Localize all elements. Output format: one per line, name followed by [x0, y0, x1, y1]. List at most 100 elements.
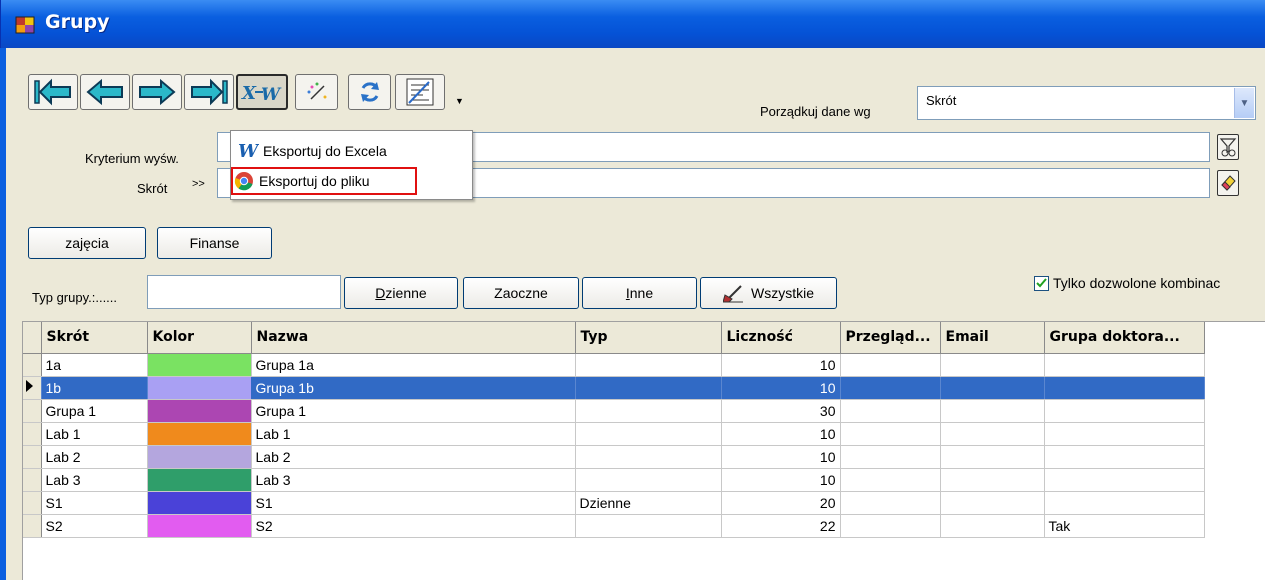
cell-doktorat[interactable] — [1044, 491, 1205, 515]
cell-typ[interactable] — [575, 445, 722, 469]
toolbar-more-caret-icon[interactable]: ▼ — [455, 96, 464, 106]
cell-przeglad[interactable] — [840, 468, 941, 492]
cell-przeglad[interactable] — [840, 353, 941, 377]
row-indicator[interactable] — [23, 445, 42, 469]
row-indicator[interactable] — [23, 491, 42, 515]
row-indicator[interactable] — [23, 422, 42, 446]
color-swatch[interactable] — [147, 445, 252, 469]
column-header-email[interactable]: Email — [940, 322, 1045, 354]
cell-nazwa[interactable]: Lab 1 — [251, 422, 576, 446]
cell-email[interactable] — [940, 422, 1045, 446]
color-swatch[interactable] — [147, 422, 252, 446]
color-swatch[interactable] — [147, 399, 252, 423]
cell-nazwa[interactable]: Grupa 1a — [251, 353, 576, 377]
cell-doktorat[interactable] — [1044, 376, 1205, 400]
cell-skrot[interactable]: 1a — [41, 353, 148, 377]
cell-przeglad[interactable] — [840, 399, 941, 423]
color-swatch[interactable] — [147, 353, 252, 377]
cell-skrot[interactable]: Grupa 1 — [41, 399, 148, 423]
cell-doktorat[interactable]: Tak — [1044, 514, 1205, 538]
cell-email[interactable] — [940, 353, 1045, 377]
zajecia-button[interactable]: zajęcia — [28, 227, 146, 259]
zaoczne-button[interactable]: Zaoczne — [463, 277, 579, 309]
cell-nazwa[interactable]: Lab 2 — [251, 445, 576, 469]
previous-record-button[interactable] — [80, 74, 130, 110]
table-row[interactable]: 1a Grupa 1a 10 — [23, 353, 1205, 377]
cell-typ[interactable] — [575, 468, 722, 492]
column-header-licznosc[interactable]: Liczność — [721, 322, 841, 354]
cell-licznosc[interactable]: 10 — [721, 445, 841, 469]
cell-przeglad[interactable] — [840, 491, 941, 515]
menu-item-export-file[interactable]: Eksportuj do pliku — [231, 167, 417, 195]
column-header-kolor[interactable]: Kolor — [147, 322, 252, 354]
cell-typ[interactable] — [575, 353, 722, 377]
table-row[interactable]: Lab 3 Lab 3 10 — [23, 468, 1205, 492]
table-row[interactable]: S1 S1 Dzienne 20 — [23, 491, 1205, 515]
cell-email[interactable] — [940, 491, 1045, 515]
cell-doktorat[interactable] — [1044, 353, 1205, 377]
cell-licznosc[interactable]: 30 — [721, 399, 841, 423]
row-indicator[interactable] — [23, 514, 42, 538]
cell-typ[interactable] — [575, 514, 722, 538]
cell-nazwa[interactable]: Grupa 1 — [251, 399, 576, 423]
cell-licznosc[interactable]: 22 — [721, 514, 841, 538]
sort-select[interactable]: Skrót ▼ — [917, 86, 1256, 120]
next-record-button[interactable] — [132, 74, 182, 110]
cell-email[interactable] — [940, 445, 1045, 469]
clear-button[interactable] — [1217, 170, 1239, 196]
menu-item-export-excel[interactable]: W Eksportuj do Excela — [237, 137, 469, 165]
cell-przeglad[interactable] — [840, 514, 941, 538]
table-row[interactable]: Grupa 1 Grupa 1 30 — [23, 399, 1205, 423]
cell-doktorat[interactable] — [1044, 445, 1205, 469]
table-row[interactable]: Lab 1 Lab 1 10 — [23, 422, 1205, 446]
cell-przeglad[interactable] — [840, 376, 941, 400]
finanse-button[interactable]: Finanse — [157, 227, 272, 259]
column-header-skrot[interactable]: Skrót — [41, 322, 148, 354]
column-header-przeglad[interactable]: Przegląd... — [840, 322, 941, 354]
row-indicator[interactable] — [23, 399, 42, 423]
wszystkie-button[interactable]: Wszystkie — [700, 277, 837, 309]
cell-przeglad[interactable] — [840, 445, 941, 469]
cell-licznosc[interactable]: 10 — [721, 353, 841, 377]
cell-email[interactable] — [940, 468, 1045, 492]
cell-nazwa[interactable]: S1 — [251, 491, 576, 515]
cell-typ[interactable] — [575, 422, 722, 446]
cell-typ[interactable] — [575, 376, 722, 400]
cell-doktorat[interactable] — [1044, 399, 1205, 423]
row-indicator[interactable] — [23, 353, 42, 377]
cell-licznosc[interactable]: 10 — [721, 468, 841, 492]
column-header-nazwa[interactable]: Nazwa — [251, 322, 576, 354]
color-swatch[interactable] — [147, 468, 252, 492]
cell-typ[interactable]: Dzienne — [575, 491, 722, 515]
row-indicator[interactable] — [23, 376, 42, 400]
report-button[interactable] — [395, 74, 445, 110]
cell-doktorat[interactable] — [1044, 468, 1205, 492]
color-swatch[interactable] — [147, 514, 252, 538]
cell-email[interactable] — [940, 376, 1045, 400]
color-swatch[interactable] — [147, 491, 252, 515]
export-menu-button[interactable]: X W — [236, 74, 288, 110]
inne-button[interactable]: Inne — [582, 277, 697, 309]
cell-typ[interactable] — [575, 399, 722, 423]
color-swatch[interactable] — [147, 376, 252, 400]
cell-nazwa[interactable]: Grupa 1b — [251, 376, 576, 400]
cell-licznosc[interactable]: 10 — [721, 376, 841, 400]
group-type-field[interactable] — [147, 275, 341, 309]
cell-skrot[interactable]: 1b — [41, 376, 148, 400]
cell-skrot[interactable]: S2 — [41, 514, 148, 538]
cell-przeglad[interactable] — [840, 422, 941, 446]
cell-doktorat[interactable] — [1044, 422, 1205, 446]
cell-licznosc[interactable]: 20 — [721, 491, 841, 515]
filter-button[interactable] — [1217, 134, 1239, 160]
first-record-button[interactable] — [28, 74, 78, 110]
dzienne-button[interactable]: Dzienne — [344, 277, 458, 309]
magic-wand-button[interactable] — [295, 74, 338, 110]
cell-skrot[interactable]: Lab 3 — [41, 468, 148, 492]
column-header-typ[interactable]: Typ — [575, 322, 722, 354]
cell-nazwa[interactable]: S2 — [251, 514, 576, 538]
cell-email[interactable] — [940, 514, 1045, 538]
cell-licznosc[interactable]: 10 — [721, 422, 841, 446]
table-row[interactable]: S2 S2 22 Tak — [23, 514, 1205, 538]
cell-skrot[interactable]: S1 — [41, 491, 148, 515]
refresh-button[interactable] — [348, 74, 391, 110]
